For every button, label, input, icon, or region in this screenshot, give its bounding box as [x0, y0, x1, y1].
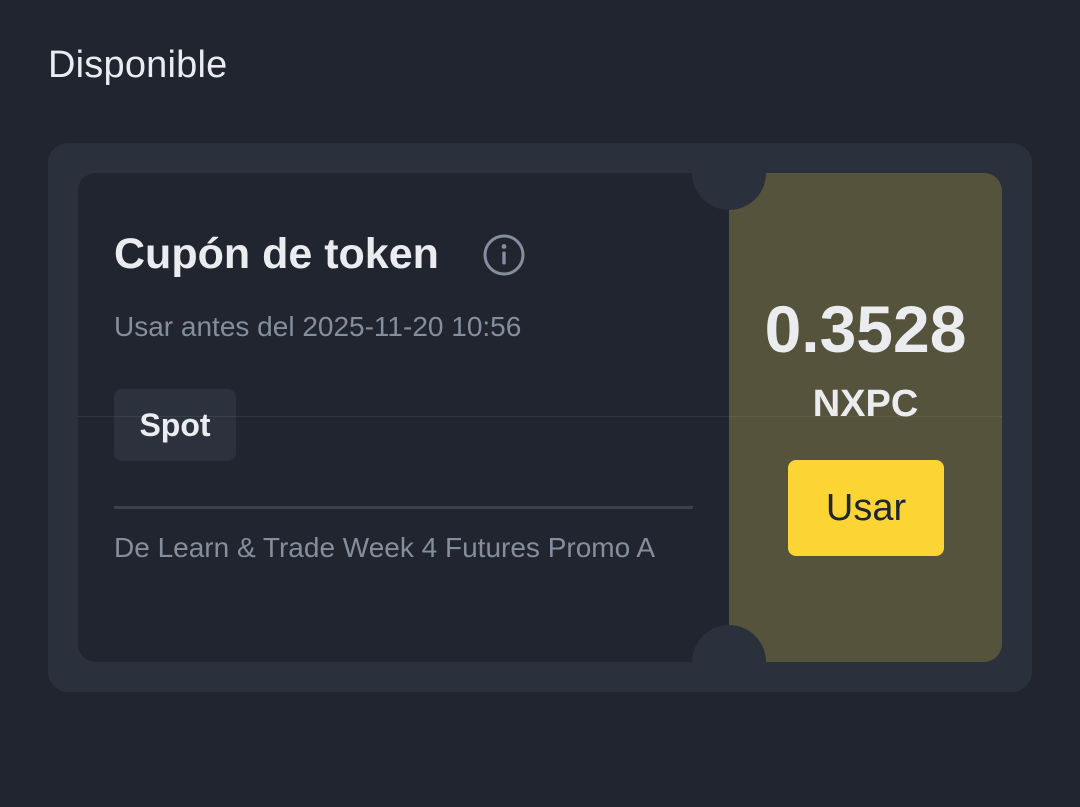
coupon-ticket: Cupón de token Usar antes del 2025-11-20…	[78, 173, 1002, 662]
info-icon[interactable]	[482, 233, 526, 277]
divider	[114, 506, 693, 509]
coupon-amount: 0.3528	[764, 292, 967, 366]
section-title: Disponible	[48, 44, 228, 86]
ticket-center-line	[78, 416, 1002, 417]
coupon-source: De Learn & Trade Week 4 Futures Promo A	[114, 532, 656, 563]
product-tag-spot: Spot	[114, 389, 236, 461]
coupon-expiry: Usar antes del 2025-11-20 10:56	[114, 311, 522, 342]
coupon-currency: NXPC	[812, 383, 919, 425]
coupon-title: Cupón de token	[114, 230, 439, 278]
coupon-details: Cupón de token Usar antes del 2025-11-20…	[78, 173, 729, 662]
coupon-value-panel: 0.3528 NXPC Usar	[729, 173, 1002, 662]
use-button[interactable]: Usar	[788, 460, 944, 556]
